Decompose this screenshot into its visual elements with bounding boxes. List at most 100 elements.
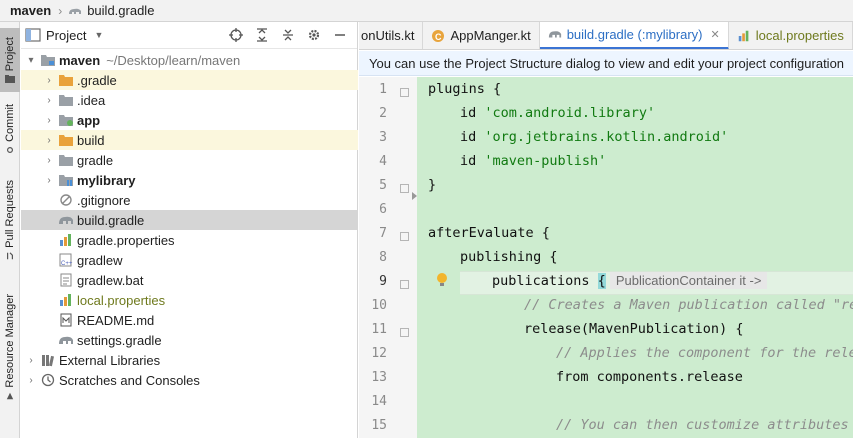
tab-label: build.gradle (:mylibrary) bbox=[566, 26, 703, 42]
tab-onutils[interactable]: onUtils.kt bbox=[359, 22, 424, 49]
locate-icon[interactable] bbox=[227, 26, 245, 44]
fold-marker-icon[interactable] bbox=[400, 328, 409, 337]
script-file-icon: C++ bbox=[59, 253, 73, 267]
tool-tab-resource-manager[interactable]: Resource Manager bbox=[0, 294, 20, 412]
close-icon[interactable]: ✕ bbox=[711, 28, 720, 41]
tree-item-label: .gradle bbox=[77, 72, 117, 88]
tree-item-build-gradle[interactable]: build.gradle bbox=[21, 210, 358, 230]
pull-request-icon bbox=[7, 252, 13, 260]
tool-tab-pull-requests[interactable]: Pull Requests bbox=[0, 180, 20, 272]
chevron-right-icon[interactable]: › bbox=[43, 95, 55, 106]
gear-icon[interactable] bbox=[305, 26, 323, 44]
tree-item-maven[interactable]: ▾ maven ~/Desktop/learn/maven bbox=[21, 50, 358, 70]
folder-icon bbox=[59, 75, 73, 86]
tree-item-scratches[interactable]: › Scratches and Consoles bbox=[21, 370, 358, 390]
fold-marker-icon[interactable] bbox=[400, 184, 409, 193]
expand-all-icon[interactable] bbox=[253, 26, 271, 44]
line-number: 6 bbox=[379, 202, 387, 217]
tool-tab-pull-requests-label: Pull Requests bbox=[4, 180, 16, 248]
chevron-right-icon[interactable]: › bbox=[25, 375, 37, 386]
tree-item-build[interactable]: › build bbox=[21, 130, 358, 150]
chevron-right-icon[interactable]: › bbox=[25, 355, 37, 366]
editor-gutter: 1 2 3 4 5 6 7 8 9 10 11 12 13 14 15 bbox=[359, 77, 417, 438]
tab-label: onUtils.kt bbox=[361, 28, 415, 43]
line-number: 9 bbox=[379, 274, 387, 289]
tree-item-gradlew-bat[interactable]: gradlew.bat bbox=[21, 270, 358, 290]
gradle-icon bbox=[59, 336, 73, 344]
tab-label: local.properties bbox=[755, 28, 844, 43]
breadcrumb-root[interactable]: maven bbox=[10, 3, 51, 18]
tree-item-local-properties[interactable]: local.properties bbox=[21, 290, 358, 310]
module-folder-icon bbox=[41, 55, 55, 66]
code-line-2: id 'com.android.library' bbox=[460, 105, 656, 121]
tree-item-gradle-properties[interactable]: gradle.properties bbox=[21, 230, 358, 250]
resource-manager-icon bbox=[6, 392, 14, 399]
chevron-right-icon[interactable]: › bbox=[43, 115, 55, 126]
tree-item-label: gradle.properties bbox=[77, 232, 175, 248]
line-number: 4 bbox=[379, 154, 387, 169]
tree-item-gradle[interactable]: › gradle bbox=[21, 150, 358, 170]
line-number: 12 bbox=[371, 346, 387, 361]
code-line-8: publishing { bbox=[460, 249, 558, 265]
inlay-hint: PublicationContainer it -> bbox=[609, 272, 768, 289]
collapse-all-icon[interactable] bbox=[279, 26, 297, 44]
tree-item-mylibrary[interactable]: › mylibrary bbox=[21, 170, 358, 190]
tree-item-gitignore[interactable]: .gitignore bbox=[21, 190, 358, 210]
chevron-right-icon[interactable]: › bbox=[43, 135, 55, 146]
gradle-icon bbox=[69, 8, 82, 14]
tool-tab-resource-manager-label: Resource Manager bbox=[4, 294, 16, 388]
line-number: 10 bbox=[371, 298, 387, 313]
project-panel: Project ▼ ▾ maven ~/Desktop/learn/maven … bbox=[21, 22, 358, 438]
tree-item-label: gradlew bbox=[77, 252, 123, 268]
tree-item-gradlew[interactable]: C++ gradlew bbox=[21, 250, 358, 270]
tree-item-label: gradle bbox=[77, 152, 114, 168]
code-editor[interactable]: plugins { id 'com.android.library' id 'o… bbox=[417, 77, 853, 438]
chevron-right-icon[interactable]: › bbox=[43, 75, 55, 86]
project-panel-title[interactable]: Project bbox=[46, 28, 86, 43]
tree-item-label: mylibrary bbox=[77, 172, 136, 188]
tab-build-gradle-mylibrary[interactable]: build.gradle (:mylibrary) ✕ bbox=[539, 22, 729, 49]
properties-file-icon bbox=[60, 294, 71, 306]
tree-item-idea[interactable]: › .idea bbox=[21, 90, 358, 110]
minimize-icon[interactable] bbox=[331, 26, 349, 44]
lightbulb-icon[interactable] bbox=[436, 272, 448, 288]
project-view-icon bbox=[25, 28, 41, 42]
tree-item-readme[interactable]: README.md bbox=[21, 310, 358, 330]
code-line-15: // You can then customize attributes bbox=[556, 417, 849, 433]
editor-tabs: onUtils.kt C AppManger.kt build.gradle (… bbox=[359, 22, 853, 50]
properties-file-icon bbox=[738, 30, 749, 41]
tree-item-gradle-dir[interactable]: › .gradle bbox=[21, 70, 358, 90]
code-line-7: afterEvaluate { bbox=[428, 225, 550, 241]
line-number: 8 bbox=[379, 250, 387, 265]
chevron-down-icon[interactable]: ▾ bbox=[25, 55, 37, 66]
tab-label: AppManger.kt bbox=[450, 28, 531, 43]
fold-marker-icon[interactable] bbox=[400, 88, 409, 97]
line-number: 13 bbox=[371, 370, 387, 385]
tree-item-app[interactable]: › app bbox=[21, 110, 358, 130]
code-line-11: release(MavenPublication) { bbox=[524, 321, 744, 337]
tree-item-label: gradlew.bat bbox=[77, 272, 144, 288]
tab-appmanger[interactable]: C AppManger.kt bbox=[423, 22, 540, 49]
line-number: 14 bbox=[371, 394, 387, 409]
breadcrumb-file[interactable]: build.gradle bbox=[87, 3, 154, 18]
fold-marker-icon[interactable] bbox=[400, 280, 409, 289]
tree-item-external-libraries[interactable]: › External Libraries bbox=[21, 350, 358, 370]
chevron-down-icon[interactable]: ▼ bbox=[94, 30, 103, 40]
chevron-right-icon[interactable]: › bbox=[43, 175, 55, 186]
tool-tab-commit[interactable]: Commit bbox=[0, 104, 20, 164]
svg-text:C: C bbox=[435, 32, 442, 42]
library-folder-icon bbox=[59, 175, 73, 186]
ignore-file-icon bbox=[60, 194, 72, 206]
gradle-icon bbox=[59, 216, 73, 224]
line-number: 5 bbox=[379, 178, 387, 193]
tab-local-properties[interactable]: local.properties bbox=[729, 22, 853, 49]
tree-item-settings-gradle[interactable]: settings.gradle bbox=[21, 330, 358, 350]
fold-marker-icon[interactable] bbox=[400, 232, 409, 241]
tree-item-label: app bbox=[77, 112, 101, 128]
tree-item-label: maven bbox=[59, 52, 101, 68]
chevron-right-icon[interactable]: › bbox=[43, 155, 55, 166]
kotlin-class-icon: C bbox=[432, 29, 445, 42]
tool-tab-project[interactable]: Project bbox=[0, 28, 20, 92]
banner-text: You can use the Project Structure dialog… bbox=[369, 55, 845, 71]
project-path: ~/Desktop/learn/maven bbox=[106, 52, 241, 68]
